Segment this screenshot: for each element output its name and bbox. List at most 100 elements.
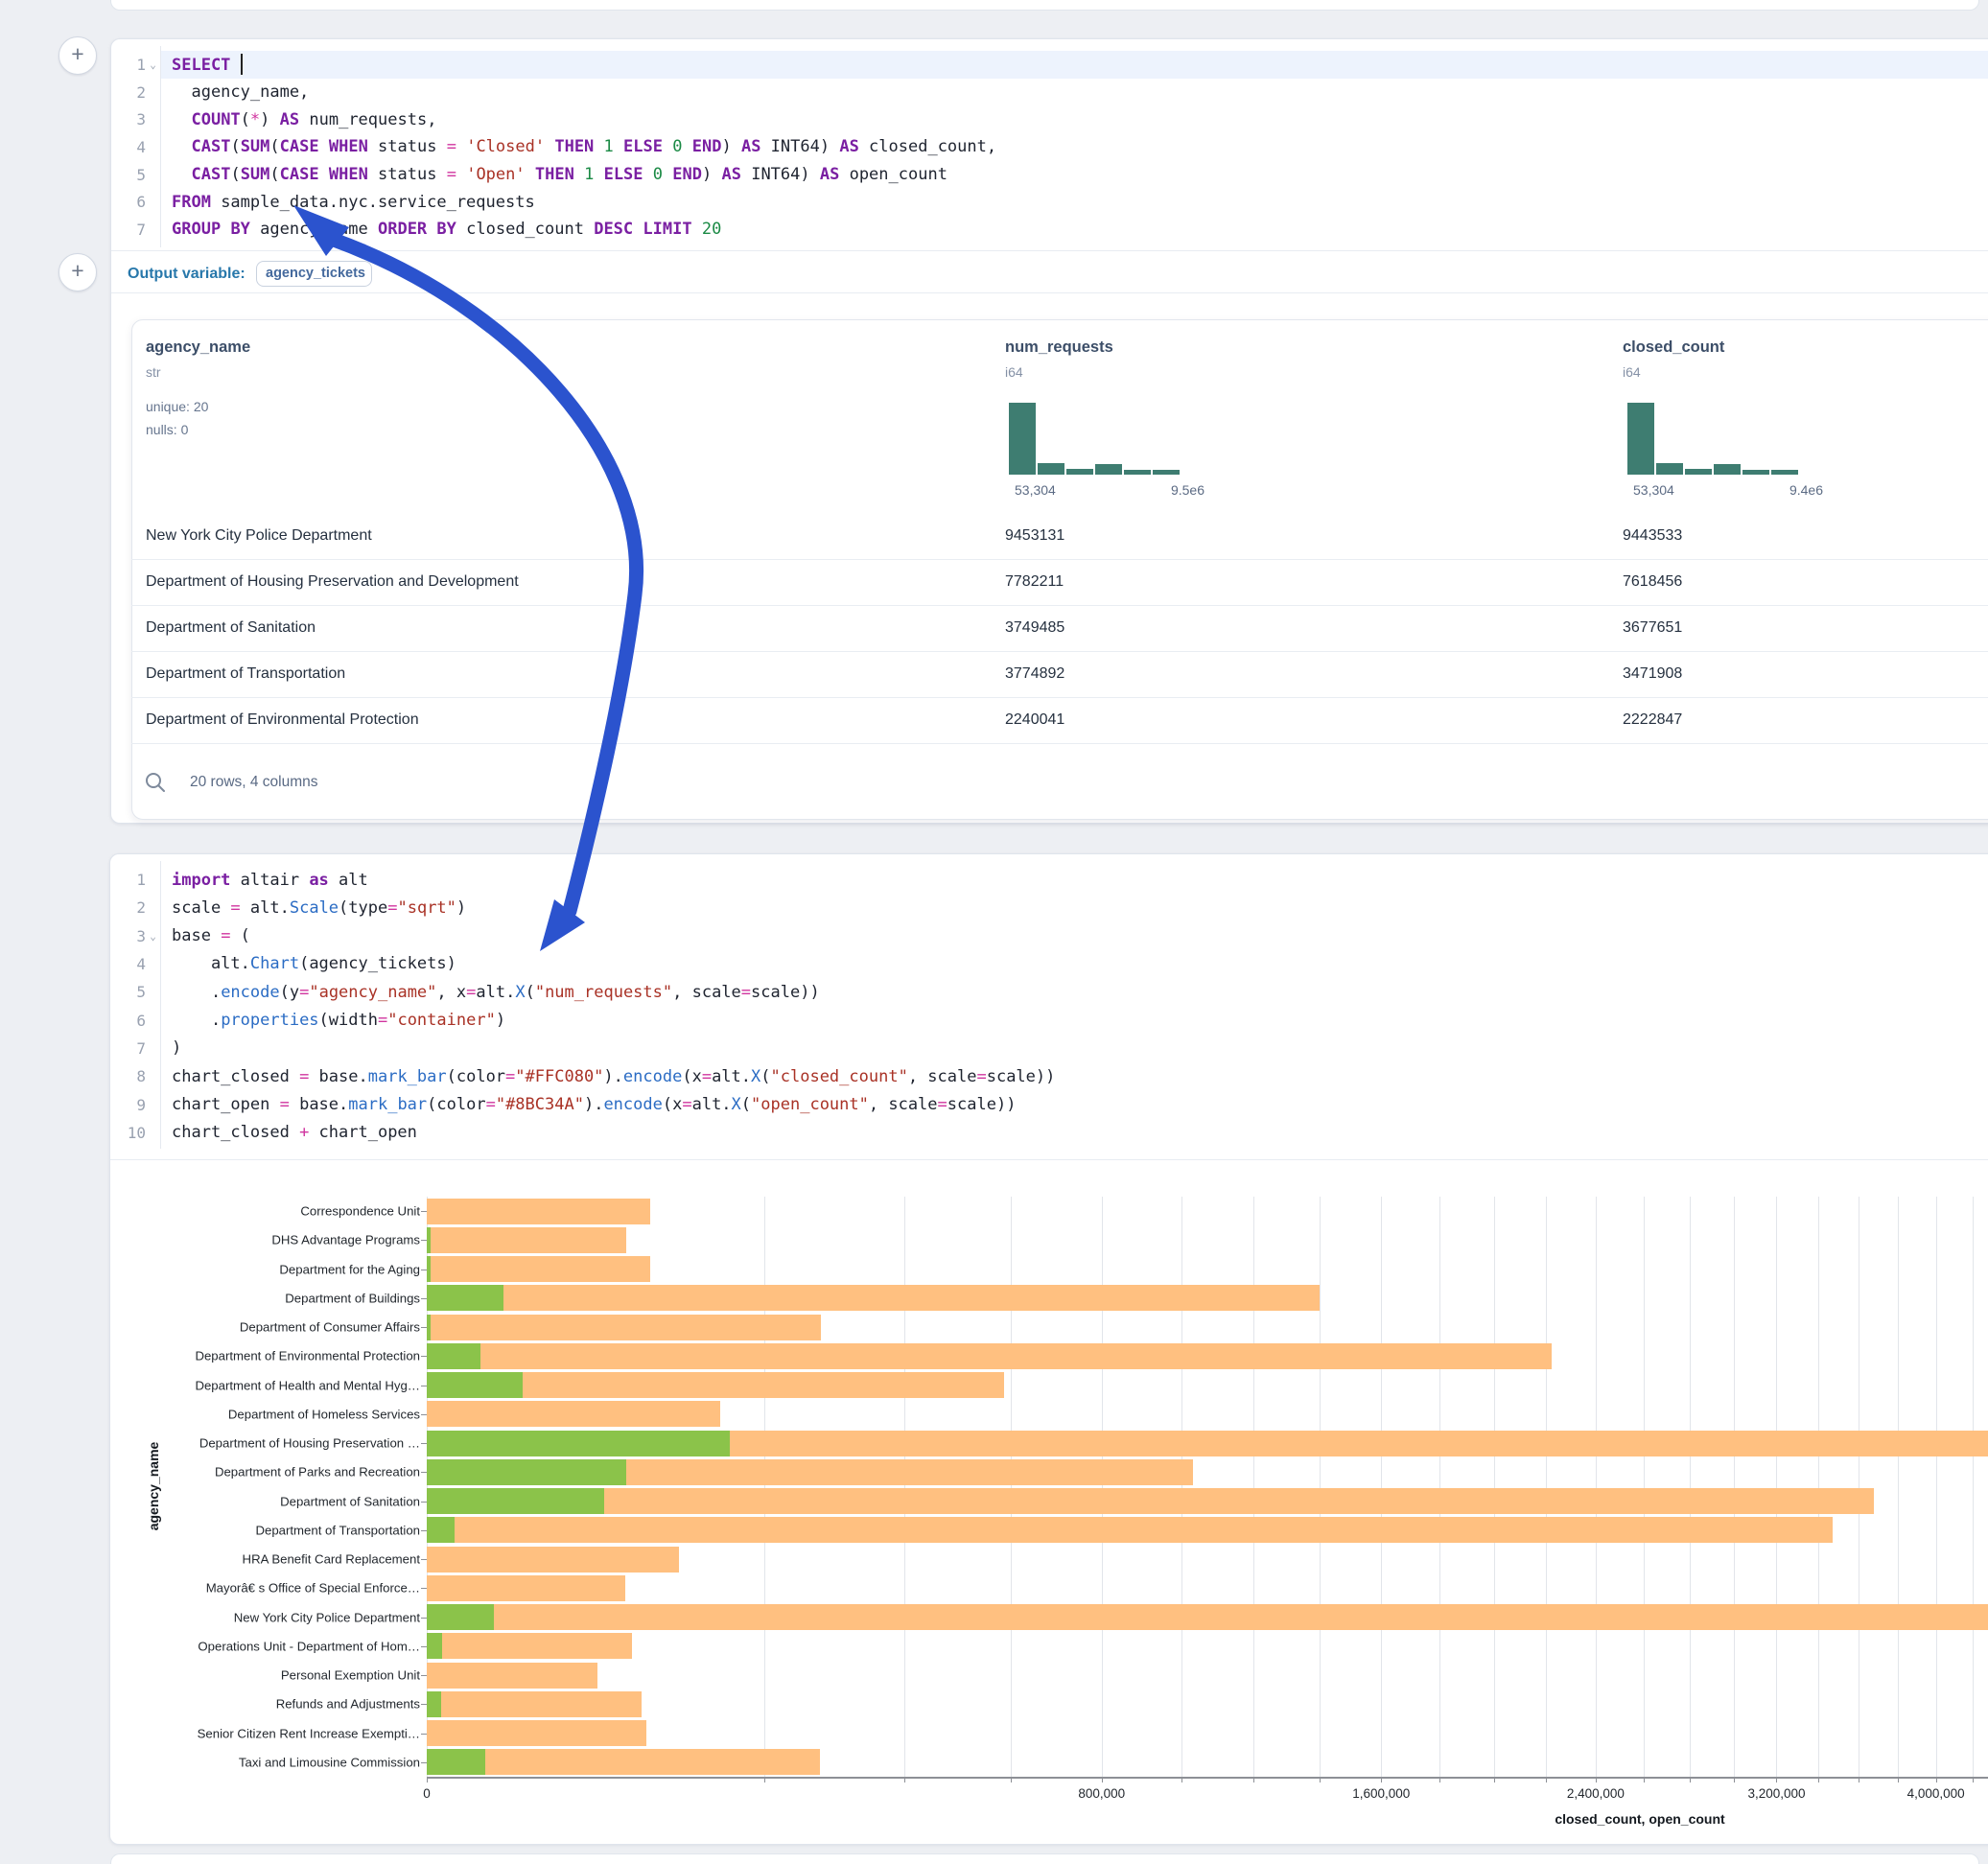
histogram-bar — [1742, 470, 1769, 475]
gridline — [1644, 1197, 1645, 1777]
fold-chevron-icon[interactable]: ⌄ — [146, 58, 160, 71]
table-row: New York City Police Department945313194… — [131, 513, 1988, 560]
bar-closed — [427, 1720, 646, 1746]
y-axis-label: Personal Exemption Unit — [113, 1668, 420, 1683]
y-axis-label: HRA Benefit Card Replacement — [113, 1552, 420, 1567]
histogram-bar — [1009, 403, 1036, 475]
code-line[interactable]: 7) — [110, 1035, 1988, 1062]
gridline — [1546, 1197, 1547, 1777]
code-line[interactable]: 7GROUP BY agency_name ORDER BY closed_co… — [110, 216, 1988, 244]
table-row: Department of Sanitation37494853677651 — [131, 605, 1988, 652]
table-cell: 3749485 — [1005, 605, 1064, 651]
y-axis-label: Refunds and Adjustments — [113, 1697, 420, 1712]
column-dtype: i64 — [1005, 364, 1023, 380]
code-line[interactable]: 9chart_open = base.mark_bar(color="#8BC3… — [110, 1091, 1988, 1119]
code-text: chart_closed + chart_open — [172, 1123, 417, 1142]
bar-closed — [427, 1547, 679, 1573]
y-axis-label: Correspondence Unit — [113, 1204, 420, 1219]
code-line[interactable]: 3⌄base = ( — [110, 922, 1988, 950]
code-line[interactable]: 6 .properties(width="container") — [110, 1007, 1988, 1035]
line-number: 3 — [110, 927, 146, 945]
histogram-bar — [1038, 463, 1064, 475]
histogram-bar — [1714, 464, 1741, 475]
bar-open — [427, 1285, 503, 1311]
histogram-min-label: 53,304 — [1633, 482, 1674, 498]
gridline — [1734, 1197, 1735, 1777]
code-line[interactable]: 1import altair as alt — [110, 866, 1988, 894]
column-header-num-requests[interactable]: num_requests — [1005, 338, 1113, 357]
code-text: chart_closed = base.mark_bar(color="#FFC… — [172, 1067, 1055, 1086]
line-number: 4 — [110, 138, 146, 156]
divider — [111, 250, 1988, 251]
bar-closed — [427, 1604, 1988, 1630]
code-line[interactable]: 4 CAST(SUM(CASE WHEN status = 'Closed' T… — [110, 133, 1988, 161]
column-header-closed-count[interactable]: closed_count — [1623, 338, 1724, 357]
add-cell-button[interactable]: + — [58, 253, 97, 291]
table-cell: Department of Environmental Protection — [146, 697, 419, 743]
y-axis-label: New York City Police Department — [113, 1610, 420, 1624]
x-axis-line — [427, 1777, 1988, 1779]
code-line[interactable]: 1⌄SELECT — [110, 51, 1988, 79]
histogram-bar — [1124, 470, 1151, 475]
divider — [111, 292, 1988, 293]
bar-open — [427, 1604, 494, 1630]
code-line[interactable]: 3 COUNT(*) AS num_requests, — [110, 105, 1988, 133]
x-axis-label: 4,000,000 — [1907, 1786, 1965, 1801]
search-icon[interactable] — [144, 771, 167, 794]
next-cell-edge — [110, 1853, 1979, 1864]
table-cell: 3677651 — [1623, 605, 1682, 651]
line-number: 10 — [110, 1124, 146, 1142]
output-variable-pill[interactable]: agency_tickets — [256, 261, 372, 287]
y-axis-label: Department of Environmental Protection — [113, 1349, 420, 1363]
gridline — [1181, 1197, 1182, 1777]
code-line[interactable]: 5 .encode(y="agency_name", x=alt.X("num_… — [110, 978, 1988, 1006]
gridline — [1596, 1197, 1597, 1777]
histogram-bar — [1153, 470, 1180, 475]
fold-chevron-icon[interactable]: ⌄ — [146, 930, 160, 943]
code-line[interactable]: 2 agency_name, — [110, 79, 1988, 106]
bar-open — [427, 1633, 442, 1659]
table-row: Department of Housing Preservation and D… — [131, 559, 1988, 606]
code-line[interactable]: 10 chart_closed + chart_open — [110, 1119, 1988, 1147]
code-line[interactable]: 4 alt.Chart(agency_tickets) — [110, 950, 1988, 978]
add-cell-button[interactable]: + — [58, 36, 97, 75]
bar-open — [427, 1431, 730, 1456]
gridline — [1898, 1197, 1899, 1777]
bar-closed — [427, 1199, 650, 1224]
axis-title-y: agency_name — [146, 1442, 161, 1531]
column-stat-unique: unique: 20 — [146, 399, 208, 414]
histogram — [1009, 403, 1181, 475]
y-axis-label: DHS Advantage Programs — [113, 1233, 420, 1247]
table-cell: 3471908 — [1623, 651, 1682, 697]
x-axis-label: 0 — [423, 1786, 431, 1801]
code-line[interactable]: 6FROM sample_data.nyc.service_requests — [110, 188, 1988, 216]
bar-open — [427, 1372, 523, 1398]
table-cell: 9453131 — [1005, 513, 1064, 559]
y-axis-label: Department for the Aging — [113, 1262, 420, 1276]
bar-open — [427, 1691, 441, 1717]
gridline — [1011, 1197, 1012, 1777]
histogram-bar — [1771, 470, 1798, 475]
bar-open — [427, 1315, 431, 1340]
line-number: 5 — [110, 983, 146, 1001]
bar-closed — [427, 1401, 720, 1427]
gridline — [427, 1197, 428, 1777]
code-line[interactable]: 5 CAST(SUM(CASE WHEN status = 'Open' THE… — [110, 161, 1988, 189]
bar-closed — [427, 1488, 1874, 1514]
code-line[interactable]: 8chart_closed = base.mark_bar(color="#FF… — [110, 1062, 1988, 1090]
gridline — [1102, 1197, 1103, 1777]
code-line[interactable]: 2scale = alt.Scale(type="sqrt") — [110, 894, 1988, 921]
previous-cell-edge — [110, 0, 1979, 11]
output-variable-label: Output variable: — [128, 266, 246, 283]
gridline — [1494, 1197, 1495, 1777]
bar-closed — [427, 1663, 597, 1689]
x-axis-label: 1,600,000 — [1352, 1786, 1410, 1801]
gridline — [1320, 1197, 1321, 1777]
y-axis-label: Senior Citizen Rent Increase Exempti… — [113, 1726, 420, 1740]
table-cell: 7618456 — [1623, 559, 1682, 605]
column-header-agency-name[interactable]: agency_name — [146, 338, 250, 357]
line-number: 3 — [110, 110, 146, 128]
bar-open — [427, 1459, 626, 1485]
histogram-max-label: 9.5e6 — [1171, 482, 1204, 498]
table-row: Department of Transportation377489234719… — [131, 651, 1988, 698]
